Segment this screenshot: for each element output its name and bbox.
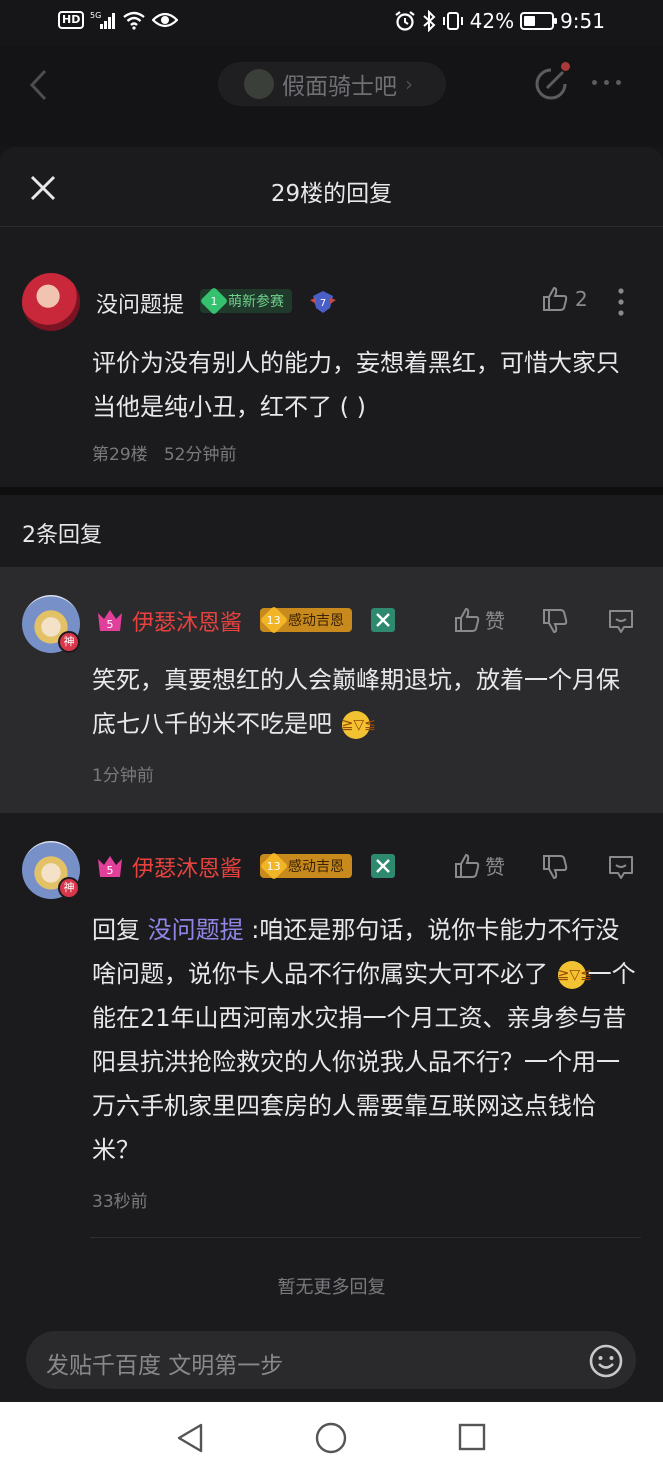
system-nav-bar <box>0 1402 663 1474</box>
laughing-emoji-icon: ≧▽≦ <box>557 961 592 989</box>
thumbs-up-icon <box>543 286 568 311</box>
divider <box>90 1237 641 1238</box>
level-gem-icon: 13 <box>259 851 289 881</box>
reply-time: 1分钟前 <box>92 766 154 786</box>
reply-sheet: 29楼的回复 没问题提 1 萌新参赛 7 2 评价为没有别人的能力，妄想着黑红，… <box>0 147 663 1402</box>
level-badge-text: 感动吉恩 <box>288 613 344 629</box>
post-meta: 第29楼 52分钟前 <box>92 440 237 465</box>
thumbs-up-icon <box>455 607 480 632</box>
hd-badge: HD <box>58 11 85 29</box>
like-button[interactable]: 2 <box>541 285 588 313</box>
vip-crown-icon: 5 <box>98 856 122 877</box>
comment-reply-icon[interactable] <box>607 607 635 635</box>
god-badge: 神 <box>58 877 80 899</box>
rank-shield-icon: 7 <box>310 291 336 313</box>
svg-text:7: 7 <box>320 298 326 309</box>
post-time: 52分钟前 <box>163 445 237 465</box>
god-badge: 神 <box>58 631 80 653</box>
background-header: 假面骑士吧 › <box>0 46 663 146</box>
gundam-emblem-icon <box>371 854 395 878</box>
clock: 9:51 <box>560 9 605 33</box>
nav-back-icon[interactable] <box>175 1422 205 1458</box>
reply-content: 笑死，真要想红的人会巅峰期退坑，放着一个月保底七八千的米不吃是吧 ≧▽≦ <box>92 666 620 739</box>
reply-count: 2条回复 <box>22 523 102 548</box>
eye-icon <box>152 12 179 28</box>
level-badge[interactable]: 13 感动吉恩 <box>259 851 352 881</box>
floor-number: 第29楼 <box>92 445 148 465</box>
reply-time: 33秒前 <box>92 1192 148 1212</box>
like-count: 2 <box>575 287 588 311</box>
gundam-emblem-icon <box>371 608 395 632</box>
level-gem-icon: 13 <box>259 605 289 635</box>
username[interactable]: 伊瑟沐恩酱 <box>132 605 242 637</box>
avatar[interactable] <box>22 273 80 331</box>
like-button[interactable]: 赞 <box>453 851 505 880</box>
username[interactable]: 没问题提 <box>96 287 184 319</box>
alarm-icon <box>394 11 415 31</box>
thumbs-down-icon[interactable] <box>541 607 569 635</box>
level-badge-text: 萌新参赛 <box>228 294 284 310</box>
like-button[interactable]: 赞 <box>453 605 505 634</box>
svg-text:5: 5 <box>107 618 114 631</box>
forum-title-pill[interactable]: 假面骑士吧 › <box>218 62 446 106</box>
vip-crown-icon: 5 <box>98 610 122 631</box>
nav-recents-icon[interactable] <box>457 1422 487 1456</box>
sheet-header: 29楼的回复 <box>0 147 663 227</box>
battery-icon <box>520 12 558 30</box>
edit-icon[interactable] <box>533 66 569 102</box>
reply-item: 神 5 伊瑟沐恩酱 13 感动吉恩 赞 笑死，真要想红的人会巅峰期退坑，放着一个… <box>0 567 663 813</box>
laughing-emoji-icon: ≧▽≦ <box>341 711 376 739</box>
forum-name: 假面骑士吧 <box>282 74 397 100</box>
level-badge[interactable]: 1 萌新参赛 <box>199 286 292 316</box>
status-right: 42% 9:51 <box>394 9 605 33</box>
thumbs-up-icon <box>455 853 480 878</box>
more-vertical-icon[interactable] <box>616 287 626 317</box>
svg-text:5: 5 <box>107 864 114 877</box>
back-icon[interactable] <box>28 68 50 102</box>
username[interactable]: 伊瑟沐恩酱 <box>132 851 242 883</box>
like-label: 赞 <box>485 855 505 879</box>
notification-dot <box>561 62 570 71</box>
bluetooth-icon <box>422 10 436 32</box>
comment-reply-icon[interactable] <box>607 853 635 881</box>
level-gem-icon: 1 <box>199 286 229 316</box>
mention-link[interactable]: 没问题提 <box>148 916 244 944</box>
forum-avatar <box>244 69 274 99</box>
reply-input[interactable]: 发贴千百度 文明第一步 <box>26 1331 636 1389</box>
svg-text:5G: 5G <box>90 11 101 20</box>
status-bar: HD 5G 42% 9:51 <box>0 0 663 46</box>
status-left: HD 5G <box>58 10 179 30</box>
signal-icon: 5G <box>90 11 116 29</box>
reply-input-placeholder: 发贴千百度 文明第一步 <box>46 1353 284 1379</box>
section-divider <box>0 487 663 495</box>
thumbs-down-icon[interactable] <box>541 853 569 881</box>
vibrate-icon <box>442 12 463 30</box>
chevron-right-icon: › <box>405 72 413 96</box>
reply-content: 回复 没问题提 :咱还是那句话，说你卡能力不行没啥问题，说你卡人品不行你属实大可… <box>92 916 636 1164</box>
level-badge[interactable]: 13 感动吉恩 <box>259 605 352 635</box>
composer: 发贴千百度 文明第一步 <box>0 1317 663 1402</box>
level-badge-text: 感动吉恩 <box>288 859 344 875</box>
more-icon[interactable] <box>592 80 621 85</box>
battery-percent: 42% <box>469 9 515 33</box>
nav-home-icon[interactable] <box>315 1422 347 1458</box>
post-content: 评价为没有别人的能力，妄想着黑红，可惜大家只当他是纯小丑，红不了 ( ) <box>92 349 620 421</box>
sheet-title: 29楼的回复 <box>270 181 393 207</box>
no-more-replies: 暂无更多回复 <box>277 1277 386 1298</box>
wifi-icon <box>123 11 146 30</box>
emoji-picker-icon[interactable] <box>588 1343 624 1379</box>
like-label: 赞 <box>485 609 505 633</box>
